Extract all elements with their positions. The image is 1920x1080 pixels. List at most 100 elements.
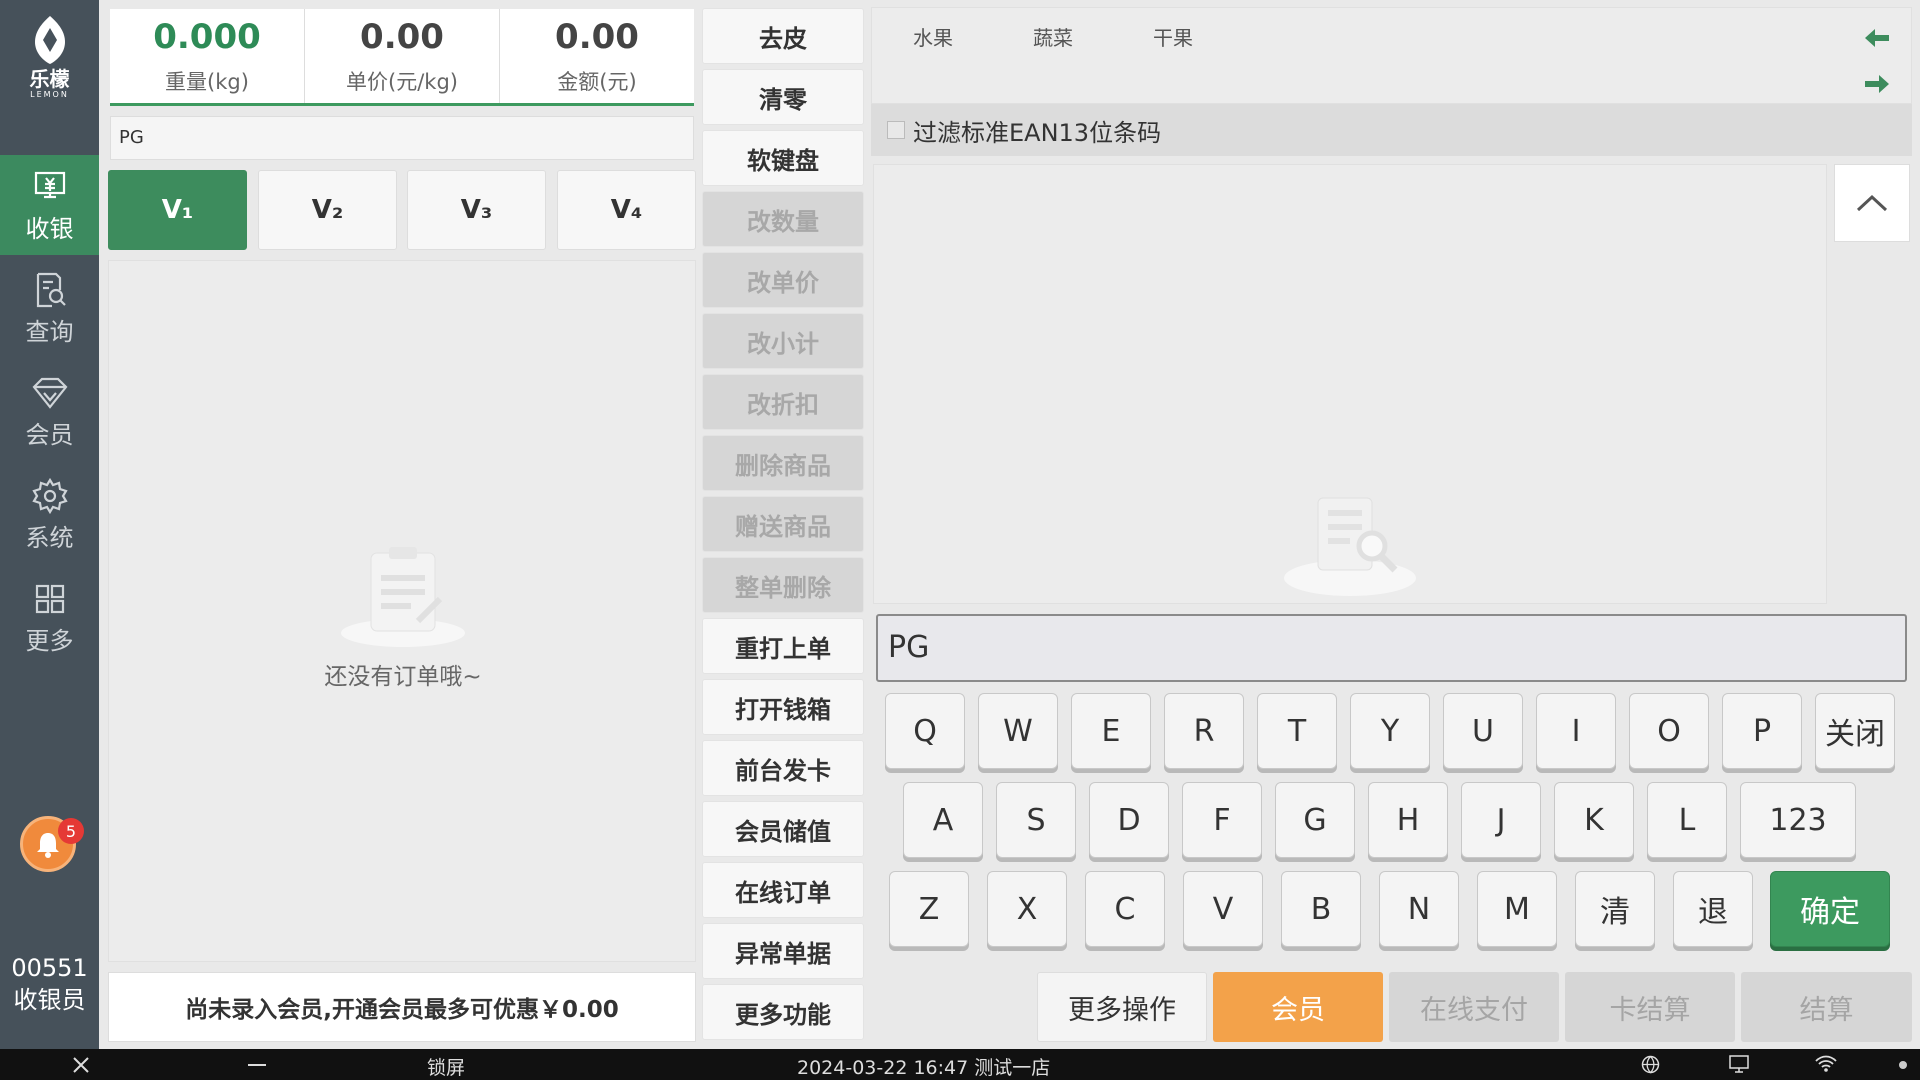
unit-price-label: 单价(元/kg)	[346, 70, 458, 94]
weight-value: 0.000	[153, 17, 261, 57]
scroll-up-button[interactable]	[1834, 164, 1910, 242]
key-e[interactable]: E	[1071, 693, 1151, 769]
abnormal-documents-button[interactable]: 异常单据	[702, 923, 864, 979]
key-x[interactable]: X	[987, 871, 1067, 947]
key-s[interactable]: S	[996, 782, 1076, 858]
minimize-icon[interactable]	[248, 1063, 266, 1067]
key-y[interactable]: Y	[1350, 693, 1430, 769]
key-v[interactable]: V	[1183, 871, 1263, 947]
amount-value: 0.00	[555, 17, 639, 57]
price-level-v3-button[interactable]: V₃	[407, 170, 546, 250]
tare-button[interactable]: 去皮	[702, 8, 864, 64]
weight-label: 重量(kg)	[165, 70, 249, 94]
sidebar: 乐檬 LEMON 收银 查询 会员 系统 更多 5 00551 收银员	[0, 0, 99, 1049]
order-list: 还没有订单哦~	[108, 260, 696, 962]
more-operations-button[interactable]: 更多操作	[1037, 972, 1207, 1042]
key-l[interactable]: L	[1647, 782, 1727, 858]
gear-icon	[31, 477, 68, 514]
sidebar-item-system[interactable]: 系统	[0, 464, 99, 564]
key-clear[interactable]: 清	[1575, 871, 1655, 947]
keyboard-input-field[interactable]: PG	[876, 614, 1907, 682]
key-d[interactable]: D	[1089, 782, 1169, 858]
cashier-role: 收银员	[13, 986, 86, 1014]
price-level-v4-button[interactable]: V₄	[557, 170, 696, 250]
key-m[interactable]: M	[1477, 871, 1557, 947]
datetime-store: 2024-03-22 16:47 测试一店	[797, 1057, 1051, 1079]
key-f[interactable]: F	[1182, 782, 1262, 858]
key-c[interactable]: C	[1085, 871, 1165, 947]
unit-price-cell: 0.00 单价(元/kg)	[305, 9, 500, 103]
logo-subtext: LEMON	[30, 90, 69, 99]
sidebar-item-cashier[interactable]: 收银	[0, 155, 99, 255]
open-cash-drawer-button[interactable]: 打开钱箱	[702, 679, 864, 735]
member-topup-button[interactable]: 会员储值	[702, 801, 864, 857]
arrow-left-icon[interactable]	[1863, 26, 1891, 50]
edit-subtotal-button[interactable]: 改小计	[702, 313, 864, 369]
scale-readout: 0.000 重量(kg) 0.00 单价(元/kg) 0.00 金额(元)	[110, 9, 694, 106]
key-g[interactable]: G	[1275, 782, 1355, 858]
key-b[interactable]: B	[1281, 871, 1361, 947]
key-backspace[interactable]: 退	[1673, 871, 1753, 947]
key-t[interactable]: T	[1257, 693, 1337, 769]
reprint-last-button[interactable]: 重打上单	[702, 618, 864, 674]
key-k[interactable]: K	[1554, 782, 1634, 858]
logo-text: 乐檬	[29, 67, 70, 91]
delete-order-button[interactable]: 整单删除	[702, 557, 864, 613]
category-vegetables[interactable]: 蔬菜	[1033, 22, 1073, 51]
ean13-filter-checkbox[interactable]	[887, 121, 905, 139]
sidebar-item-query[interactable]: 查询	[0, 258, 99, 358]
price-level-v2-button[interactable]: V₂	[258, 170, 397, 250]
empty-clipboard-icon	[341, 547, 465, 647]
key-z[interactable]: Z	[889, 871, 969, 947]
member-button[interactable]: 会员	[1213, 972, 1383, 1042]
chevron-up-icon	[1856, 194, 1888, 212]
key-p[interactable]: P	[1722, 693, 1802, 769]
gift-item-button[interactable]: 赠送商品	[702, 496, 864, 552]
more-functions-button[interactable]: 更多功能	[702, 984, 864, 1040]
key-a[interactable]: A	[903, 782, 983, 858]
product-search-input[interactable]: PG	[110, 116, 694, 160]
arrow-right-icon[interactable]	[1863, 72, 1891, 96]
category-fruit[interactable]: 水果	[913, 22, 953, 51]
key-n[interactable]: N	[1379, 871, 1459, 947]
sidebar-item-more[interactable]: 更多	[0, 567, 99, 667]
cashier-number: 00551	[11, 954, 88, 982]
sidebar-item-label: 收银	[25, 214, 74, 243]
cashier-info: 00551 收银员	[0, 952, 99, 1016]
ean13-filter-label: 过滤标准EAN13位条码	[913, 118, 1162, 147]
key-close[interactable]: 关闭	[1815, 693, 1895, 769]
soft-keyboard-button[interactable]: 软键盘	[702, 130, 864, 186]
lock-screen-button[interactable]: 锁屏	[427, 1053, 465, 1080]
key-i[interactable]: I	[1536, 693, 1616, 769]
online-orders-button[interactable]: 在线订单	[702, 862, 864, 918]
key-confirm[interactable]: 确定	[1770, 871, 1890, 947]
key-w[interactable]: W	[978, 693, 1058, 769]
key-o[interactable]: O	[1629, 693, 1709, 769]
issue-card-button[interactable]: 前台发卡	[702, 740, 864, 796]
edit-discount-button[interactable]: 改折扣	[702, 374, 864, 430]
empty-order-text: 还没有订单哦~	[324, 664, 482, 690]
sidebar-item-member[interactable]: 会员	[0, 361, 99, 461]
edit-quantity-button[interactable]: 改数量	[702, 191, 864, 247]
card-settlement-button[interactable]: 卡结算	[1565, 972, 1735, 1042]
key-j[interactable]: J	[1461, 782, 1541, 858]
price-level-v1-button[interactable]: V₁	[108, 170, 247, 250]
key-r[interactable]: R	[1164, 693, 1244, 769]
edit-unit-price-button[interactable]: 改单价	[702, 252, 864, 308]
ean13-filter[interactable]: 过滤标准EAN13位条码	[871, 104, 1912, 156]
sidebar-item-label: 系统	[25, 523, 74, 552]
search-document-icon	[36, 272, 66, 307]
online-payment-button[interactable]: 在线支付	[1389, 972, 1559, 1042]
settle-button[interactable]: 结算	[1741, 972, 1912, 1042]
key-u[interactable]: U	[1443, 693, 1523, 769]
close-icon[interactable]	[72, 1056, 90, 1074]
cashier-icon	[34, 171, 65, 198]
delete-item-button[interactable]: 删除商品	[702, 435, 864, 491]
key-numeric-toggle[interactable]: 123	[1740, 782, 1856, 858]
key-q[interactable]: Q	[885, 693, 965, 769]
key-h[interactable]: H	[1368, 782, 1448, 858]
category-dried-fruit[interactable]: 干果	[1153, 22, 1193, 51]
member-hint-bar[interactable]: 尚未录入会员,开通会员最多可优惠￥0.00	[108, 972, 696, 1042]
empty-order-state: 还没有订单哦~	[109, 541, 697, 691]
zero-button[interactable]: 清零	[702, 69, 864, 125]
